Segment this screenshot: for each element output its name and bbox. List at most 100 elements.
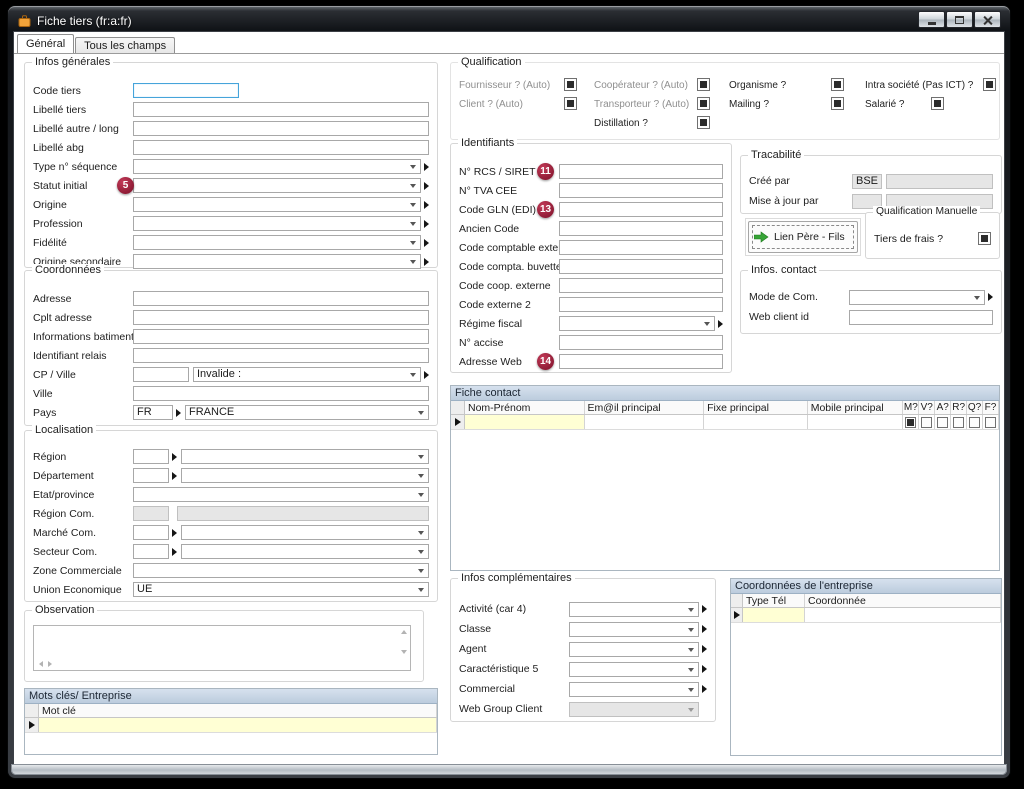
- ville-input[interactable]: [133, 386, 429, 401]
- origine-secondaire-combo[interactable]: [133, 254, 421, 269]
- tiers-de-frais-checkbox[interactable]: [978, 232, 991, 245]
- lookup-arrow-icon[interactable]: [424, 201, 429, 209]
- observation-textarea[interactable]: [33, 625, 411, 671]
- commercial-combo[interactable]: [569, 682, 699, 697]
- client-checkbox[interactable]: [564, 97, 577, 110]
- lookup-arrow-icon[interactable]: [424, 239, 429, 247]
- libelle-tiers-input[interactable]: [133, 102, 429, 117]
- code-externe-2-input[interactable]: [559, 297, 723, 312]
- transporteur-checkbox[interactable]: [697, 97, 710, 110]
- marche-com-code-input[interactable]: [133, 525, 169, 540]
- lien-pere-fils-button[interactable]: Lien Père - Fils: [748, 221, 858, 253]
- window-icon[interactable]: [18, 15, 31, 28]
- lookup-arrow-icon[interactable]: [718, 320, 723, 328]
- code-gln-input[interactable]: [559, 202, 723, 217]
- marche-com-combo[interactable]: [181, 525, 429, 540]
- regime-fiscal-combo[interactable]: [559, 316, 715, 331]
- fidelite-combo[interactable]: [133, 235, 421, 250]
- activite-combo[interactable]: [569, 602, 699, 617]
- scroll-left-icon[interactable]: [39, 661, 43, 667]
- lookup-arrow-icon[interactable]: [702, 645, 707, 653]
- origine-combo[interactable]: [133, 197, 421, 212]
- scroll-down-icon[interactable]: [401, 650, 407, 654]
- pays-combo[interactable]: FRANCE: [185, 405, 429, 420]
- tab-tous-les-champs[interactable]: Tous les champs: [75, 37, 175, 53]
- tva-cee-input[interactable]: [559, 183, 723, 198]
- region-code-input[interactable]: [133, 449, 169, 464]
- classe-combo[interactable]: [569, 622, 699, 637]
- coordonnee-cell[interactable]: [805, 608, 1001, 622]
- mode-de-com-combo[interactable]: [849, 290, 985, 305]
- nom-prenom-cell[interactable]: [465, 415, 585, 429]
- secteur-com-code-input[interactable]: [133, 544, 169, 559]
- code-compta-buvette-input[interactable]: [559, 259, 723, 274]
- cp-ville-combo[interactable]: Invalide :: [193, 367, 421, 382]
- q-checkbox[interactable]: [969, 417, 980, 428]
- minimize-button[interactable]: [918, 11, 945, 28]
- intra-societe-checkbox[interactable]: [983, 78, 996, 91]
- libelle-autre-input[interactable]: [133, 121, 429, 136]
- lookup-arrow-icon[interactable]: [176, 409, 181, 417]
- lookup-arrow-icon[interactable]: [424, 220, 429, 228]
- email-cell[interactable]: [585, 415, 705, 429]
- statut-initial-combo[interactable]: [133, 178, 421, 193]
- agent-combo[interactable]: [569, 642, 699, 657]
- lookup-arrow-icon[interactable]: [172, 453, 177, 461]
- code-coop-externe-input[interactable]: [559, 278, 723, 293]
- zone-commerciale-combo[interactable]: [133, 563, 429, 578]
- type-sequence-combo[interactable]: [133, 159, 421, 174]
- lookup-arrow-icon[interactable]: [424, 258, 429, 266]
- lookup-arrow-icon[interactable]: [702, 625, 707, 633]
- etat-province-combo[interactable]: [133, 487, 429, 502]
- salarie-checkbox[interactable]: [931, 97, 944, 110]
- libelle-abg-input[interactable]: [133, 140, 429, 155]
- v-checkbox[interactable]: [921, 417, 932, 428]
- scroll-right-icon[interactable]: [48, 661, 52, 667]
- lookup-arrow-icon[interactable]: [424, 371, 429, 379]
- identifiant-relais-input[interactable]: [133, 348, 429, 363]
- type-tel-cell[interactable]: [743, 608, 805, 622]
- lookup-arrow-icon[interactable]: [172, 529, 177, 537]
- lookup-arrow-icon[interactable]: [988, 293, 993, 301]
- union-economique-combo[interactable]: UE: [133, 582, 429, 597]
- departement-combo[interactable]: [181, 468, 429, 483]
- rcs-siret-input[interactable]: [559, 164, 723, 179]
- lookup-arrow-icon[interactable]: [702, 605, 707, 613]
- m-checkbox[interactable]: [905, 417, 916, 428]
- close-button[interactable]: [974, 11, 1001, 28]
- a-checkbox[interactable]: [937, 417, 948, 428]
- mobile-cell[interactable]: [808, 415, 904, 429]
- secteur-com-combo[interactable]: [181, 544, 429, 559]
- adresse-input[interactable]: [133, 291, 429, 306]
- web-client-id-input[interactable]: [849, 310, 993, 325]
- fournisseur-checkbox[interactable]: [564, 78, 577, 91]
- distillation-checkbox[interactable]: [697, 116, 710, 129]
- organisme-checkbox[interactable]: [831, 78, 844, 91]
- lookup-arrow-icon[interactable]: [172, 548, 177, 556]
- departement-code-input[interactable]: [133, 468, 169, 483]
- code-tiers-input[interactable]: [133, 83, 239, 98]
- scroll-up-icon[interactable]: [401, 630, 407, 634]
- lookup-arrow-icon[interactable]: [702, 685, 707, 693]
- lookup-arrow-icon[interactable]: [424, 163, 429, 171]
- adresse-web-input[interactable]: [559, 354, 723, 369]
- cooperateur-checkbox[interactable]: [697, 78, 710, 91]
- cp-input[interactable]: [133, 367, 189, 382]
- tab-general[interactable]: Général: [17, 34, 74, 53]
- ancien-code-input[interactable]: [559, 221, 723, 236]
- mot-cle-cell[interactable]: [39, 718, 437, 732]
- fixe-cell[interactable]: [704, 415, 808, 429]
- region-combo[interactable]: [181, 449, 429, 464]
- pays-code-input[interactable]: FR: [133, 405, 173, 420]
- mailing-checkbox[interactable]: [831, 97, 844, 110]
- lookup-arrow-icon[interactable]: [424, 182, 429, 190]
- informations-batiment-input[interactable]: [133, 329, 429, 344]
- lookup-arrow-icon[interactable]: [702, 665, 707, 673]
- profession-combo[interactable]: [133, 216, 421, 231]
- f-checkbox[interactable]: [985, 417, 996, 428]
- caracteristique-5-combo[interactable]: [569, 662, 699, 677]
- code-comptable-externe-input[interactable]: [559, 240, 723, 255]
- lookup-arrow-icon[interactable]: [172, 472, 177, 480]
- cplt-adresse-input[interactable]: [133, 310, 429, 325]
- accise-input[interactable]: [559, 335, 723, 350]
